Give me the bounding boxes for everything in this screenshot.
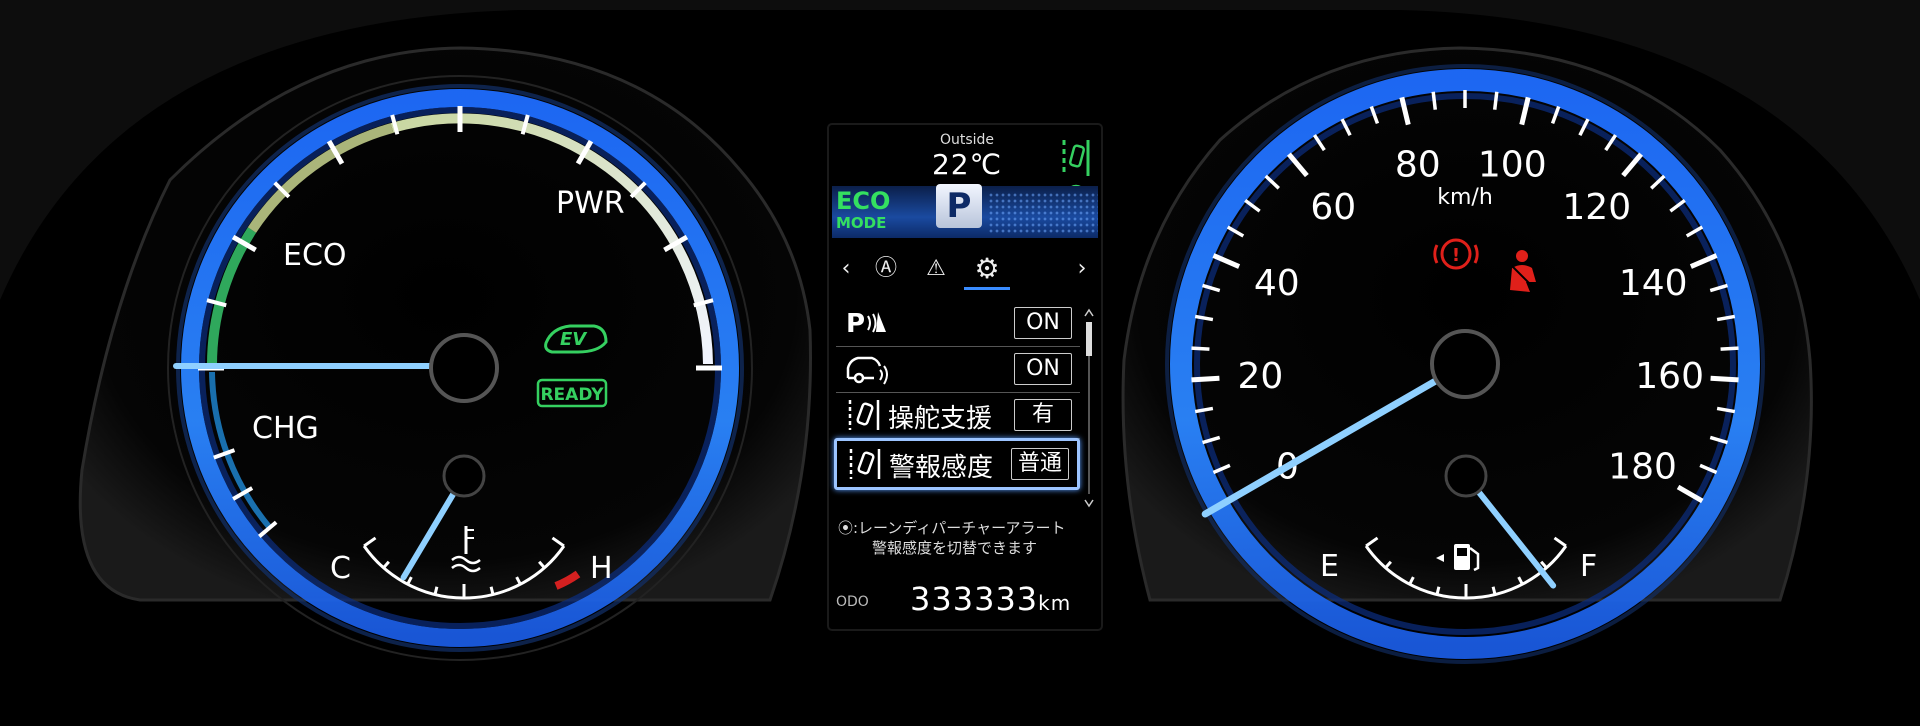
lane-assist-icon	[849, 449, 881, 479]
speed-needle-hub	[1430, 329, 1500, 399]
fuel-empty-label: E	[1320, 549, 1339, 584]
setting-value: ON	[1014, 307, 1072, 339]
speed-tick	[1191, 346, 1210, 351]
setting-row-alert-sensitivity[interactable]: 警報感度 普通	[834, 438, 1080, 490]
drive-mode-sub-label: MODE	[836, 214, 887, 232]
speed-tick	[1191, 375, 1220, 383]
temp-hot-label: H	[590, 551, 613, 586]
setting-value: 有	[1014, 399, 1072, 431]
setting-row-steering-assist[interactable]: 操舵支援 有	[836, 392, 1080, 439]
svg-text:READY: READY	[540, 385, 604, 405]
eco-label: ECO	[283, 238, 347, 273]
parking-sensor-icon: P	[846, 309, 886, 339]
speed-tick	[1710, 375, 1739, 383]
speed-tick-label: 60	[1310, 187, 1356, 228]
speed-tick-label: 20	[1237, 356, 1283, 397]
display-header: Outside 22℃ ECO MODE P	[832, 128, 1098, 238]
speed-tick	[1720, 346, 1739, 351]
odometer-reading: 333333km	[910, 580, 1071, 618]
drive-mode-label: ECO	[836, 187, 891, 215]
speed-tick-label: 40	[1254, 263, 1300, 304]
speed-tick-label: 80	[1395, 145, 1441, 186]
chevron-right-icon[interactable]: ›	[1072, 252, 1092, 286]
setting-label: 警報感度	[889, 453, 994, 483]
speed-tick-label: 180	[1608, 447, 1677, 488]
pwr-label: PWR	[556, 186, 625, 221]
gear-position-indicator: P	[936, 184, 982, 228]
speed-tick-label: 100	[1478, 145, 1547, 186]
display-menu-tabs: ‹ Ⓐ ⚠ ⚙ ›	[832, 244, 1098, 294]
odometer-label: ODO	[836, 594, 869, 610]
speed-tick-label: 140	[1619, 263, 1688, 304]
outside-temperature-value: 22℃	[931, 148, 1003, 181]
warning-icon[interactable]: ⚠	[916, 252, 956, 286]
speed-tick	[1492, 91, 1499, 110]
svg-text:EV: EV	[560, 329, 588, 350]
speed-tick-label: 120	[1562, 187, 1631, 228]
hint-line-1: ⦿:レーンディパーチャーアラート	[838, 519, 1066, 537]
settings-scrollbar[interactable]	[1084, 308, 1094, 508]
lane-assist-icon	[848, 400, 880, 430]
setting-row-rear-cross-traffic[interactable]: ON	[836, 346, 1080, 393]
chg-label: CHG	[252, 411, 319, 446]
setting-value: 普通	[1011, 448, 1069, 480]
auto-icon[interactable]: Ⓐ	[866, 252, 906, 286]
setting-row-parking-sensor[interactable]: P ON	[836, 300, 1080, 347]
odometer-unit: km	[1038, 591, 1072, 615]
settings-icon[interactable]: ⚙	[962, 252, 1012, 290]
outside-temperature-label: Outside	[939, 132, 995, 148]
speedometer: 020406080100120140160180 km/h ! E F	[1121, 46, 1813, 664]
multi-information-display: Outside 22℃ ECO MODE P ‹ Ⓐ ⚠ ⚙ › P ON ON…	[832, 128, 1098, 626]
setting-value: ON	[1014, 353, 1072, 385]
speed-tick-label: 160	[1635, 356, 1704, 397]
temperature-needle-hub	[442, 454, 486, 498]
odometer-value: 333333	[910, 580, 1039, 618]
fuel-needle-hub	[1444, 454, 1488, 498]
speed-tick	[1431, 91, 1438, 110]
svg-text:P: P	[846, 309, 865, 339]
setting-label: 操舵支援	[888, 404, 993, 434]
temp-cold-label: C	[330, 551, 351, 586]
hint-line-2: 警報感度を切替できます	[872, 539, 1038, 557]
power-needle-hub	[429, 333, 499, 403]
svg-text:!: !	[1452, 245, 1460, 266]
speed-unit-label: km/h	[1437, 185, 1493, 210]
fuel-full-label: F	[1580, 549, 1597, 584]
chevron-left-icon[interactable]: ‹	[836, 252, 856, 286]
rear-cross-traffic-icon	[846, 356, 888, 385]
